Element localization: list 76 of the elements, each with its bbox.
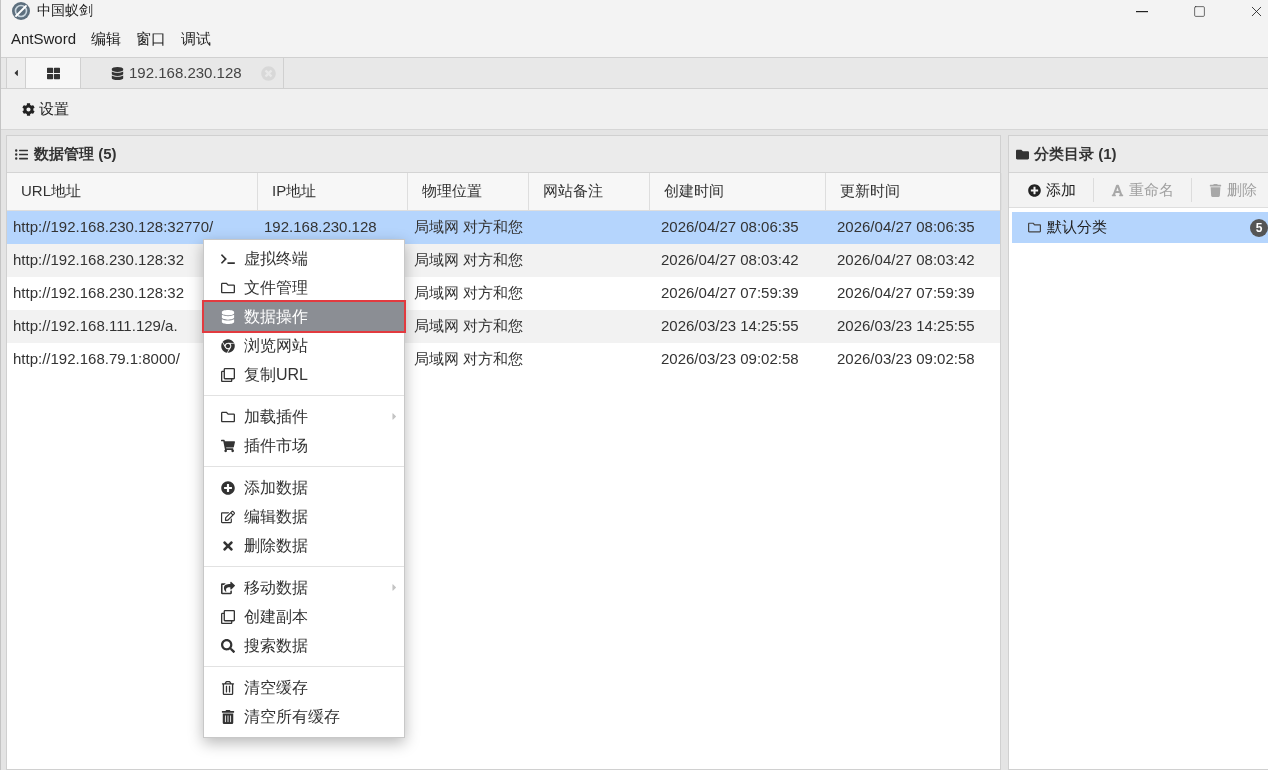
table-cell-text: 2026/03/23 14:25:55 <box>837 316 975 337</box>
category-item[interactable]: 默认分类 5 <box>1012 212 1268 243</box>
category-label: 默认分类 <box>1047 217 1107 238</box>
table-cell-text: 2026/04/27 08:03:42 <box>837 250 975 271</box>
list-icon <box>15 147 28 161</box>
context-menu-item[interactable]: 添加数据 <box>204 473 404 502</box>
folder-icon <box>221 280 235 295</box>
table-cell-text: http://192.168.230.128:32770/ <box>13 217 214 238</box>
toolbar-button[interactable]: 添加 <box>1028 178 1076 202</box>
cart-icon <box>221 438 235 453</box>
menu-item[interactable]: AntSword <box>11 27 77 51</box>
context-menu-item[interactable]: 删除数据 <box>204 531 404 560</box>
context-menu-item[interactable]: 虚拟终端 <box>204 244 404 273</box>
menu-item[interactable]: 窗口 <box>136 27 167 51</box>
database-icon <box>221 309 235 324</box>
table-row[interactable]: http://192.168.230.128:32770/ 192.168.230.128 局域网 对方和您 2026/04/27 08:06:35 2026/04/27 08:06:35 <box>7 211 1000 244</box>
folder-icon <box>1016 147 1029 161</box>
table-cell-text: 2026/04/27 08:06:35 <box>837 217 975 238</box>
folder-icon <box>221 409 235 424</box>
trash-icon <box>221 680 235 695</box>
cross-icon <box>221 538 235 553</box>
context-menu-item[interactable]: 搜索数据 <box>204 631 404 660</box>
column-header[interactable]: 网站备注 <box>529 173 650 210</box>
table-cell-text: 局域网 对方和您 <box>414 217 524 238</box>
column-header[interactable]: URL地址 <box>7 173 258 210</box>
table-cell-text: http://192.168.79.1:8000/ <box>13 349 180 370</box>
table-cell-text: 2026/03/23 09:02:58 <box>661 349 799 370</box>
table-cell-text: 局域网 对方和您 <box>414 349 524 370</box>
table-cell-text: 2026/03/23 09:02:58 <box>837 349 975 370</box>
grid-icon <box>46 66 60 80</box>
context-menu-item[interactable]: 创建副本 <box>204 602 404 631</box>
window-title: 中国蚁剑 <box>37 1 93 20</box>
font-icon <box>1111 183 1124 197</box>
copy-icon <box>221 367 235 382</box>
panel-title: 数据管理 (5) <box>34 143 117 164</box>
maximize-icon <box>1192 5 1206 18</box>
column-header[interactable]: 创建时间 <box>650 173 826 210</box>
home-tab[interactable] <box>26 58 81 88</box>
context-menu-item[interactable]: 清空缓存 <box>204 673 404 702</box>
share-icon <box>221 580 235 595</box>
context-menu-item[interactable]: 编辑数据 <box>204 502 404 531</box>
table-cell-text: 2026/04/27 08:06:35 <box>661 217 799 238</box>
table-cell-text: 2026/04/27 08:03:42 <box>661 250 799 271</box>
column-header[interactable]: 物理位置 <box>408 173 529 210</box>
menu-item[interactable]: 编辑 <box>91 27 122 51</box>
column-header[interactable]: IP地址 <box>258 173 408 210</box>
table-cell-text: 局域网 对方和您 <box>414 316 524 337</box>
table-cell-text: 2026/04/27 07:59:39 <box>837 283 975 304</box>
terminal-icon <box>221 251 235 266</box>
edit-icon <box>221 509 235 524</box>
search-icon <box>221 638 235 653</box>
context-menu-item[interactable]: 清空所有缓存 <box>204 702 404 731</box>
trash-icon <box>1209 183 1222 197</box>
context-menu-item[interactable]: 加载插件 <box>204 402 404 431</box>
gear-icon <box>22 102 35 116</box>
table-cell-text: 局域网 对方和您 <box>414 250 524 271</box>
settings-button[interactable]: 设置 <box>22 97 69 121</box>
table-cell-text: http://192.168.230.128:32 <box>13 283 184 304</box>
column-header[interactable]: 更新时间 <box>826 173 1002 210</box>
table-cell-text: 2026/04/27 07:59:39 <box>661 283 799 304</box>
table-cell-text: 2026/03/23 14:25:55 <box>661 316 799 337</box>
table-cell-text: 192.168.230.128 <box>264 217 377 238</box>
menu-item[interactable]: 调试 <box>181 27 212 51</box>
copy-icon <box>221 609 235 624</box>
count-badge: 5 <box>1250 218 1268 237</box>
context-menu-item[interactable]: 移动数据 <box>204 573 404 602</box>
table-cell-text: 局域网 对方和您 <box>414 283 524 304</box>
trash-icon <box>221 709 235 724</box>
panel-title: 分类目录 (1) <box>1034 143 1117 164</box>
browser-icon <box>221 338 235 353</box>
table-cell-text: http://192.168.230.128:32 <box>13 250 184 271</box>
minimize-icon <box>1136 10 1148 13</box>
table-cell-text: http://192.168.111.129/a. <box>13 316 178 337</box>
folder-icon <box>1028 221 1041 234</box>
context-menu-item[interactable]: 插件市场 <box>204 431 404 460</box>
database-icon <box>111 66 124 80</box>
